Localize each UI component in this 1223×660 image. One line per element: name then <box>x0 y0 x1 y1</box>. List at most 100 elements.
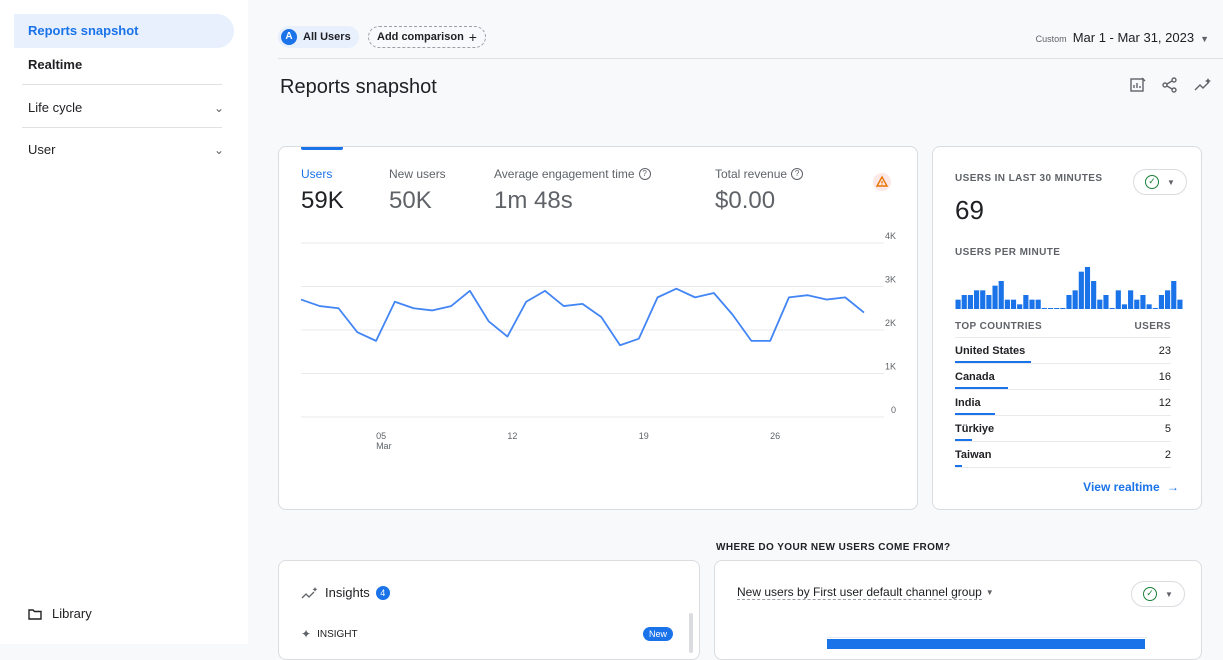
per-minute-bar <box>1134 299 1140 309</box>
new-users-card: New users by First user default channel … <box>714 560 1202 660</box>
per-minute-bar <box>998 281 1004 309</box>
y-tick-label: 4K <box>885 231 896 241</box>
add-comparison-button[interactable]: Add comparison + <box>368 26 486 48</box>
edit-report-icon[interactable] <box>1129 76 1147 94</box>
channel-group-dropdown[interactable]: New users by First user default channel … <box>737 585 994 600</box>
sidebar-item-realtime[interactable]: Realtime <box>28 57 82 72</box>
y-tick-label: 3K <box>885 275 896 285</box>
sidebar-item-life-cycle[interactable]: Life cycle ⌄ <box>28 100 224 115</box>
country-users: 12 <box>1158 397 1171 409</box>
date-range-picker[interactable]: Custom Mar 1 - Mar 31, 2023 ▼ <box>1036 30 1209 45</box>
per-minute-bar <box>955 299 961 309</box>
per-minute-bar <box>1029 299 1035 309</box>
view-realtime-label: View realtime <box>1083 480 1160 494</box>
country-bar <box>955 413 995 415</box>
header-divider <box>278 58 1223 59</box>
metric-label: Total revenue <box>715 167 788 181</box>
per-minute-bar <box>1158 295 1165 309</box>
date-range-value: Mar 1 - Mar 31, 2023 <box>1072 30 1195 45</box>
metric-value: 50K <box>389 187 432 214</box>
view-realtime-link[interactable]: View realtime → <box>1083 480 1179 494</box>
per-minute-bar <box>986 295 992 309</box>
help-icon[interactable]: ? <box>791 168 804 180</box>
table-divider <box>955 337 1171 338</box>
per-minute-bar <box>1171 281 1177 309</box>
sidebar-item-label: Life cycle <box>28 100 83 115</box>
x-tick-label: 26 <box>770 431 780 441</box>
per-minute-bar <box>1078 271 1084 309</box>
per-minute-bar <box>967 295 973 309</box>
new-users-status-dropdown[interactable]: ✓ ▼ <box>1131 581 1185 607</box>
per-minute-bar <box>1066 295 1072 309</box>
per-minute-bar <box>961 295 967 309</box>
sidebar-item-user[interactable]: User ⌄ <box>28 142 224 157</box>
top-countries-header: TOP COUNTRIES <box>955 321 1043 332</box>
per-minute-bar <box>1121 304 1128 309</box>
help-icon[interactable]: ? <box>638 168 651 180</box>
country-bar <box>955 465 962 467</box>
per-minute-bar <box>980 290 986 309</box>
sparkle-icon: ✦ <box>301 627 312 641</box>
per-minute-bar <box>992 285 998 309</box>
per-minute-bar <box>1165 290 1171 309</box>
per-minute-bar <box>1177 299 1183 309</box>
country-name: United States <box>955 345 1026 357</box>
metric-users[interactable]: Users 59K <box>301 167 344 215</box>
sidebar-divider <box>22 127 222 128</box>
per-minute-bar <box>1072 290 1078 309</box>
country-bar <box>955 387 1009 389</box>
check-circle-icon: ✓ <box>1143 587 1158 601</box>
country-name: Canada <box>955 371 995 383</box>
per-minute-bar <box>1060 308 1066 309</box>
metric-value: 1m 48s <box>494 187 573 214</box>
metric-new-users[interactable]: New users 50K <box>389 167 446 215</box>
realtime-card: USERS IN LAST 30 MINUTES ✓ ▼ 69 USERS PE… <box>932 146 1202 510</box>
y-tick-label: 0 <box>891 405 896 415</box>
insights-icon[interactable] <box>1193 76 1213 94</box>
metric-average-engagement-time[interactable]: Average engagement time? 1m 48s <box>494 167 651 215</box>
metric-total-revenue[interactable]: Total revenue? $0.00 <box>715 167 804 215</box>
per-minute-bar <box>1004 299 1010 309</box>
row-divider <box>955 415 1171 416</box>
row-divider <box>955 389 1171 390</box>
country-name: India <box>955 397 981 409</box>
title-actions <box>1129 76 1213 94</box>
per-minute-bar <box>1047 308 1054 309</box>
country-bar <box>955 439 972 441</box>
dropdown-label: New users by First user default channel … <box>737 585 982 600</box>
per-minute-bar <box>1109 308 1115 309</box>
library-label: Library <box>52 606 92 621</box>
segment-avatar: A <box>281 29 297 45</box>
share-icon[interactable] <box>1161 76 1179 94</box>
realtime-status-dropdown[interactable]: ✓ ▼ <box>1133 169 1187 195</box>
main-content: A All Users Add comparison + Custom Mar … <box>248 0 1223 660</box>
insight-label: INSIGHT <box>317 628 358 640</box>
country-users: 23 <box>1158 345 1171 357</box>
insights-count-badge: 4 <box>375 585 390 600</box>
per-minute-bar <box>1152 308 1158 309</box>
per-minute-bar <box>1103 295 1109 309</box>
page-title: Reports snapshot <box>280 76 437 98</box>
country-name: Taiwan <box>955 449 992 461</box>
users-per-minute-chart <box>955 267 1183 309</box>
warning-icon[interactable] <box>873 173 891 191</box>
insight-item[interactable]: ✦ INSIGHT <box>301 627 358 641</box>
plus-icon: + <box>468 29 477 45</box>
segment-label: All Users <box>303 31 351 43</box>
sidebar-item-reports-snapshot[interactable]: Reports snapshot <box>14 14 234 48</box>
country-bar <box>955 361 1031 363</box>
per-minute-bar <box>1035 299 1041 309</box>
scrollbar[interactable] <box>689 613 693 653</box>
per-minute-bar <box>1097 299 1103 309</box>
users-column-header: USERS <box>1134 321 1171 332</box>
per-minute-bar <box>973 290 980 309</box>
segment-chip-all-users[interactable]: A All Users <box>278 26 359 48</box>
per-minute-bar <box>1023 295 1029 309</box>
overview-card: Users 59K New users 50K Average engageme… <box>278 146 918 510</box>
check-circle-icon: ✓ <box>1145 175 1160 189</box>
per-minute-bar <box>1115 290 1121 309</box>
sidebar-item-library[interactable]: Library <box>28 606 92 621</box>
per-minute-bar <box>1084 267 1091 309</box>
caret-down-icon: ▼ <box>1200 34 1209 44</box>
y-tick-label: 2K <box>885 318 896 328</box>
